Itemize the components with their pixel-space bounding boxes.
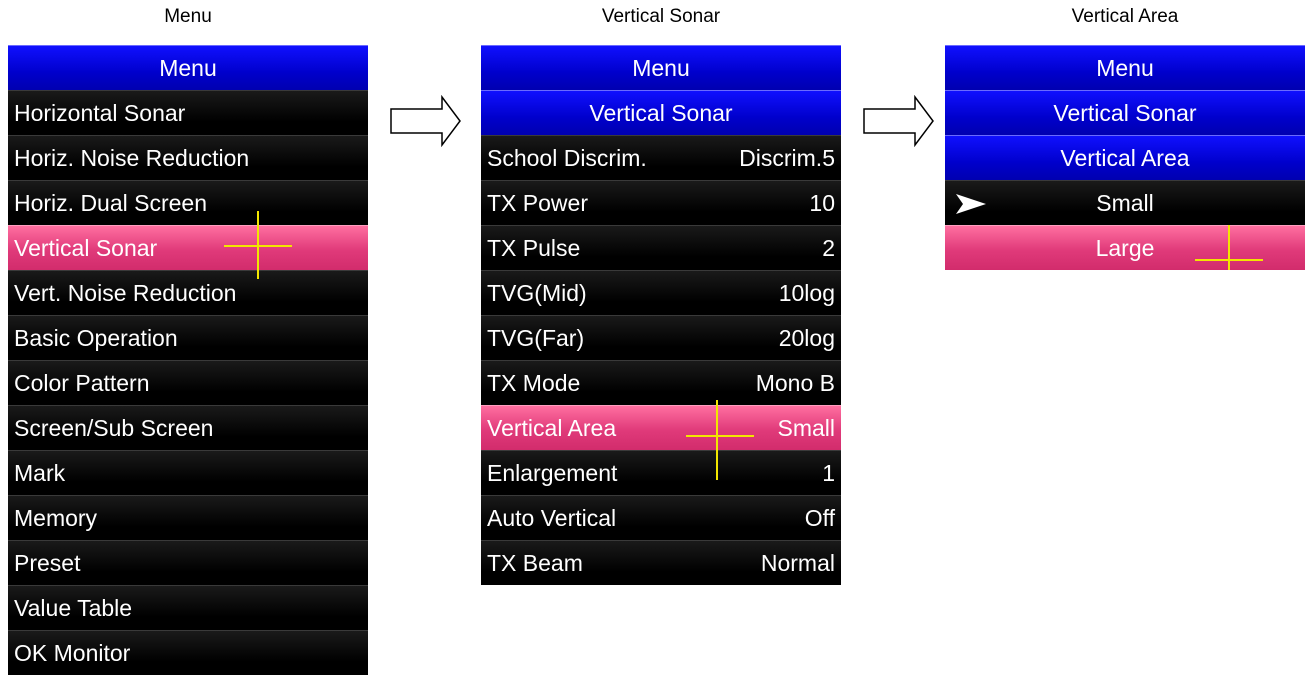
setting-value: 10log xyxy=(778,279,835,306)
option-small[interactable]: Small xyxy=(945,180,1305,225)
setting-value: Normal xyxy=(760,549,835,576)
vertical-sonar-header-menu: Menu xyxy=(481,45,841,90)
menu-item-label: Memory xyxy=(14,504,98,531)
vertical-sonar-panel: Menu Vertical Sonar School Discrim. Discr… xyxy=(481,45,841,585)
vertical-area-panel: Menu Vertical Sonar Vertical Area Small … xyxy=(945,45,1305,270)
setting-value: Small xyxy=(777,414,835,441)
setting-label: TVG(Mid) xyxy=(487,279,587,306)
caption-vertical-sonar: Vertical Sonar xyxy=(601,6,721,27)
setting-label: Enlargement xyxy=(487,459,618,486)
setting-label: Vertical Area xyxy=(487,414,617,441)
crosshair-cursor-icon xyxy=(686,435,754,437)
vertical-area-header-title: Vertical Area xyxy=(945,135,1305,180)
setting-tvg-mid[interactable]: TVG(Mid) 10log xyxy=(481,270,841,315)
menu-header-label: Menu xyxy=(159,54,217,81)
menu-item-horiz-noise-reduction[interactable]: Horiz. Noise Reduction xyxy=(8,135,368,180)
setting-school-discrim[interactable]: School Discrim. Discrim.5 xyxy=(481,135,841,180)
option-large[interactable]: Large xyxy=(945,225,1305,270)
menu-item-vertical-sonar[interactable]: Vertical Sonar xyxy=(8,225,368,270)
vertical-sonar-header-title: Vertical Sonar xyxy=(481,90,841,135)
header-label: Vertical Area xyxy=(1060,144,1190,171)
menu-item-horiz-dual-screen[interactable]: Horiz. Dual Screen xyxy=(8,180,368,225)
menu-item-basic-operation[interactable]: Basic Operation xyxy=(8,315,368,360)
menu-item-horizontal-sonar[interactable]: Horizontal Sonar xyxy=(8,90,368,135)
menu-item-label: Screen/Sub Screen xyxy=(14,414,214,441)
menu-item-memory[interactable]: Memory xyxy=(8,495,368,540)
setting-tx-power[interactable]: TX Power 10 xyxy=(481,180,841,225)
menu-item-label: Horiz. Dual Screen xyxy=(14,189,208,216)
pointer-arrow-icon xyxy=(956,194,986,214)
menu-item-mark[interactable]: Mark xyxy=(8,450,368,495)
menu-header: Menu xyxy=(8,45,368,90)
setting-value: Off xyxy=(804,504,835,531)
crosshair-cursor-icon xyxy=(257,211,259,279)
menu-item-label: Preset xyxy=(14,549,81,576)
setting-label: TVG(Far) xyxy=(487,324,585,351)
caption-vertical-area: Vertical Area xyxy=(1071,6,1179,27)
crosshair-cursor-icon xyxy=(1228,225,1230,270)
setting-label: TX Beam xyxy=(487,549,583,576)
setting-vertical-area[interactable]: Vertical Area Small xyxy=(481,405,841,450)
menu-item-screen-sub-screen[interactable]: Screen/Sub Screen xyxy=(8,405,368,450)
menu-item-label: OK Monitor xyxy=(14,639,131,666)
option-label: Large xyxy=(1095,234,1155,261)
menu-item-label: Vertical Sonar xyxy=(14,234,158,261)
setting-value: 10 xyxy=(809,189,835,216)
menu-item-label: Color Pattern xyxy=(14,369,150,396)
header-label: Menu xyxy=(1096,54,1154,81)
setting-label: Auto Vertical xyxy=(487,504,617,531)
right-arrow-outline-icon xyxy=(390,95,461,147)
menu-item-preset[interactable]: Preset xyxy=(8,540,368,585)
setting-value: Mono B xyxy=(755,369,835,396)
menu-panel: Menu Horizontal Sonar Horiz. Noise Reduc… xyxy=(8,45,368,675)
caption-menu: Menu xyxy=(164,6,212,27)
setting-label: TX Power xyxy=(487,189,588,216)
setting-value: 1 xyxy=(822,459,835,486)
setting-label: TX Pulse xyxy=(487,234,581,261)
setting-value: 2 xyxy=(822,234,835,261)
setting-label: School Discrim. xyxy=(487,144,647,171)
crosshair-cursor-icon xyxy=(716,400,718,480)
setting-tx-mode[interactable]: TX Mode Mono B xyxy=(481,360,841,405)
setting-value: 20log xyxy=(778,324,835,351)
vertical-area-header-vertical-sonar: Vertical Sonar xyxy=(945,90,1305,135)
menu-item-label: Vert. Noise Reduction xyxy=(14,279,237,306)
header-label: Menu xyxy=(632,54,690,81)
menu-item-ok-monitor[interactable]: OK Monitor xyxy=(8,630,368,675)
header-label: Vertical Sonar xyxy=(589,99,733,126)
menu-item-color-pattern[interactable]: Color Pattern xyxy=(8,360,368,405)
setting-label: TX Mode xyxy=(487,369,581,396)
setting-value: Discrim.5 xyxy=(739,144,835,171)
menu-item-label: Horizontal Sonar xyxy=(14,99,186,126)
header-label: Vertical Sonar xyxy=(1053,99,1197,126)
menu-item-label: Mark xyxy=(14,459,66,486)
setting-tx-pulse[interactable]: TX Pulse 2 xyxy=(481,225,841,270)
right-arrow-outline-icon xyxy=(863,95,934,147)
vertical-area-header-menu: Menu xyxy=(945,45,1305,90)
menu-item-vert-noise-reduction[interactable]: Vert. Noise Reduction xyxy=(8,270,368,315)
menu-item-value-table[interactable]: Value Table xyxy=(8,585,368,630)
setting-tx-beam[interactable]: TX Beam Normal xyxy=(481,540,841,585)
setting-auto-vertical[interactable]: Auto Vertical Off xyxy=(481,495,841,540)
setting-tvg-far[interactable]: TVG(Far) 20log xyxy=(481,315,841,360)
menu-item-label: Basic Operation xyxy=(14,324,178,351)
option-label: Small xyxy=(1096,189,1154,216)
setting-enlargement[interactable]: Enlargement 1 xyxy=(481,450,841,495)
menu-item-label: Value Table xyxy=(14,594,133,621)
menu-item-label: Horiz. Noise Reduction xyxy=(14,144,250,171)
